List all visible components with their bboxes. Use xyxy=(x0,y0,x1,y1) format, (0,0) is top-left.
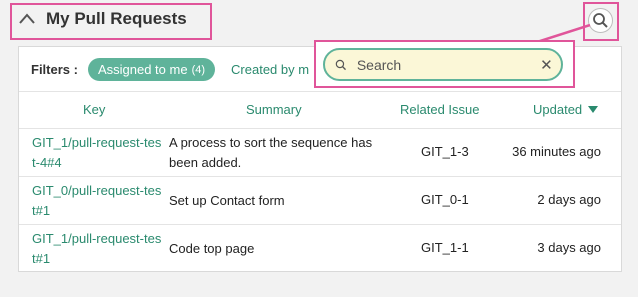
section-title: My Pull Requests xyxy=(46,9,187,28)
row-updated: 3 days ago xyxy=(537,240,601,255)
column-header-key[interactable]: Key xyxy=(83,102,105,117)
column-header-updated-label: Updated xyxy=(533,102,583,117)
chip-count: (4) xyxy=(191,63,206,76)
filter-created-by-me[interactable]: Created by m xyxy=(231,62,309,77)
chevron-up-icon[interactable] xyxy=(18,10,36,28)
row-summary: Code top page xyxy=(169,241,255,256)
row-related-issue: GIT_1-3 xyxy=(421,144,469,159)
chip-label: Assigned to me xyxy=(97,62,188,77)
search-icon xyxy=(593,13,608,28)
sort-desc-icon xyxy=(588,105,599,113)
row-related-issue: GIT_0-1 xyxy=(421,192,469,207)
column-header-updated[interactable]: Updated xyxy=(533,102,599,117)
section-header[interactable]: My Pull Requests xyxy=(18,9,187,29)
search-icon xyxy=(335,59,346,70)
table-row: GIT_0/pull-request-test#1 Set up Contact… xyxy=(19,177,621,225)
row-key-link[interactable]: GIT_1/pull-request-test-4#4 xyxy=(32,133,162,173)
row-updated: 36 minutes ago xyxy=(512,144,601,159)
row-key-link[interactable]: GIT_0/pull-request-test#1 xyxy=(32,181,162,221)
search-input[interactable] xyxy=(354,55,540,74)
row-summary: A process to sort the sequence has been … xyxy=(169,135,373,170)
table-row: GIT_1/pull-request-test#1 Code top page … xyxy=(19,225,621,271)
search-field[interactable]: ✕ xyxy=(323,48,563,81)
column-header-summary[interactable]: Summary xyxy=(246,102,302,117)
column-header-related-issue[interactable]: Related Issue xyxy=(400,102,480,117)
filters-label: Filters : xyxy=(31,62,78,77)
table-header: Key Summary Related Issue Updated xyxy=(19,91,621,129)
row-related-issue: GIT_1-1 xyxy=(421,240,469,255)
table-row: GIT_1/pull-request-test-4#4 A process to… xyxy=(19,128,621,177)
close-icon[interactable]: ✕ xyxy=(540,55,553,75)
row-key-link[interactable]: GIT_1/pull-request-test#1 xyxy=(32,229,162,269)
row-summary: Set up Contact form xyxy=(169,193,285,208)
filters-bar: Filters : Assigned to me (4) Created by … xyxy=(31,58,309,81)
filter-chip-assigned-to-me[interactable]: Assigned to me (4) xyxy=(87,58,216,81)
row-updated: 2 days ago xyxy=(537,192,601,207)
